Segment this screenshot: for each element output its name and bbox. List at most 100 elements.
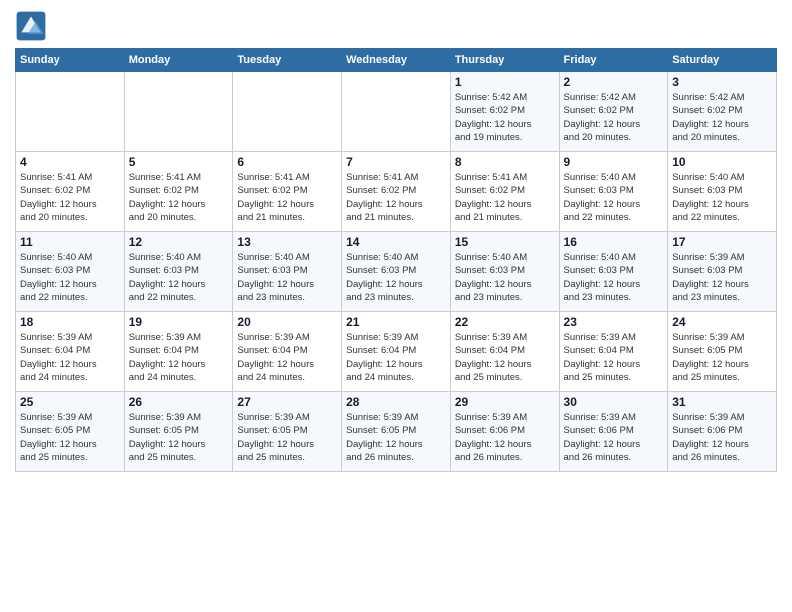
day-info: Sunrise: 5:41 AM Sunset: 6:02 PM Dayligh… xyxy=(20,171,120,224)
weekday-header-wednesday: Wednesday xyxy=(342,49,451,72)
day-info: Sunrise: 5:41 AM Sunset: 6:02 PM Dayligh… xyxy=(237,171,337,224)
day-info: Sunrise: 5:41 AM Sunset: 6:02 PM Dayligh… xyxy=(129,171,229,224)
day-number: 30 xyxy=(564,395,664,409)
day-info: Sunrise: 5:39 AM Sunset: 6:05 PM Dayligh… xyxy=(20,411,120,464)
day-info: Sunrise: 5:42 AM Sunset: 6:02 PM Dayligh… xyxy=(672,91,772,144)
day-number: 16 xyxy=(564,235,664,249)
calendar-week-5: 25 Sunrise: 5:39 AM Sunset: 6:05 PM Dayli… xyxy=(16,392,777,472)
day-info: Sunrise: 5:39 AM Sunset: 6:05 PM Dayligh… xyxy=(346,411,446,464)
day-number: 10 xyxy=(672,155,772,169)
calendar-cell: 14 Sunrise: 5:40 AM Sunset: 6:03 PM Dayli… xyxy=(342,232,451,312)
calendar-cell: 27 Sunrise: 5:39 AM Sunset: 6:05 PM Dayli… xyxy=(233,392,342,472)
day-info: Sunrise: 5:39 AM Sunset: 6:04 PM Dayligh… xyxy=(20,331,120,384)
calendar-cell: 25 Sunrise: 5:39 AM Sunset: 6:05 PM Dayli… xyxy=(16,392,125,472)
day-number: 24 xyxy=(672,315,772,329)
day-info: Sunrise: 5:39 AM Sunset: 6:06 PM Dayligh… xyxy=(672,411,772,464)
calendar-cell: 22 Sunrise: 5:39 AM Sunset: 6:04 PM Dayli… xyxy=(450,312,559,392)
day-info: Sunrise: 5:40 AM Sunset: 6:03 PM Dayligh… xyxy=(564,171,664,224)
day-info: Sunrise: 5:39 AM Sunset: 6:04 PM Dayligh… xyxy=(237,331,337,384)
calendar-week-3: 11 Sunrise: 5:40 AM Sunset: 6:03 PM Dayli… xyxy=(16,232,777,312)
day-number: 8 xyxy=(455,155,555,169)
day-number: 23 xyxy=(564,315,664,329)
day-number: 4 xyxy=(20,155,120,169)
calendar-cell: 12 Sunrise: 5:40 AM Sunset: 6:03 PM Dayli… xyxy=(124,232,233,312)
weekday-header-saturday: Saturday xyxy=(668,49,777,72)
calendar-cell: 30 Sunrise: 5:39 AM Sunset: 6:06 PM Dayli… xyxy=(559,392,668,472)
calendar-cell: 3Sunrise: 5:42 AM Sunset: 6:02 PM Daylig… xyxy=(668,72,777,152)
calendar-cell: 5 Sunrise: 5:41 AM Sunset: 6:02 PM Daylig… xyxy=(124,152,233,232)
calendar-cell: 8 Sunrise: 5:41 AM Sunset: 6:02 PM Daylig… xyxy=(450,152,559,232)
day-info: Sunrise: 5:40 AM Sunset: 6:03 PM Dayligh… xyxy=(237,251,337,304)
day-info: Sunrise: 5:39 AM Sunset: 6:04 PM Dayligh… xyxy=(455,331,555,384)
calendar-cell: 2 Sunrise: 5:42 AM Sunset: 6:02 PM Daylig… xyxy=(559,72,668,152)
calendar-cell: 19Sunrise: 5:39 AM Sunset: 6:04 PM Dayli… xyxy=(124,312,233,392)
calendar-cell xyxy=(16,72,125,152)
calendar-cell: 18Sunrise: 5:39 AM Sunset: 6:04 PM Dayli… xyxy=(16,312,125,392)
calendar-cell: 23 Sunrise: 5:39 AM Sunset: 6:04 PM Dayli… xyxy=(559,312,668,392)
weekday-header-friday: Friday xyxy=(559,49,668,72)
day-number: 27 xyxy=(237,395,337,409)
day-number: 5 xyxy=(129,155,229,169)
day-number: 26 xyxy=(129,395,229,409)
day-info: Sunrise: 5:40 AM Sunset: 6:03 PM Dayligh… xyxy=(564,251,664,304)
day-info: Sunrise: 5:42 AM Sunset: 6:02 PM Dayligh… xyxy=(564,91,664,144)
calendar-cell: 26Sunrise: 5:39 AM Sunset: 6:05 PM Dayli… xyxy=(124,392,233,472)
day-info: Sunrise: 5:39 AM Sunset: 6:05 PM Dayligh… xyxy=(237,411,337,464)
day-number: 15 xyxy=(455,235,555,249)
day-info: Sunrise: 5:40 AM Sunset: 6:03 PM Dayligh… xyxy=(672,171,772,224)
calendar-cell xyxy=(342,72,451,152)
header xyxy=(15,10,777,42)
day-info: Sunrise: 5:39 AM Sunset: 6:04 PM Dayligh… xyxy=(564,331,664,384)
calendar-cell: 28 Sunrise: 5:39 AM Sunset: 6:05 PM Dayli… xyxy=(342,392,451,472)
calendar-week-1: 1 Sunrise: 5:42 AM Sunset: 6:02 PM Daylig… xyxy=(16,72,777,152)
day-info: Sunrise: 5:39 AM Sunset: 6:06 PM Dayligh… xyxy=(564,411,664,464)
day-number: 22 xyxy=(455,315,555,329)
day-number: 14 xyxy=(346,235,446,249)
day-number: 1 xyxy=(455,75,555,89)
day-number: 7 xyxy=(346,155,446,169)
calendar-cell: 1 Sunrise: 5:42 AM Sunset: 6:02 PM Daylig… xyxy=(450,72,559,152)
day-number: 2 xyxy=(564,75,664,89)
logo-icon xyxy=(15,10,47,42)
day-number: 29 xyxy=(455,395,555,409)
logo xyxy=(15,10,51,42)
day-number: 9 xyxy=(564,155,664,169)
day-number: 21 xyxy=(346,315,446,329)
calendar-cell xyxy=(124,72,233,152)
calendar-cell: 29 Sunrise: 5:39 AM Sunset: 6:06 PM Dayli… xyxy=(450,392,559,472)
weekday-header-monday: Monday xyxy=(124,49,233,72)
weekday-header-thursday: Thursday xyxy=(450,49,559,72)
day-number: 20 xyxy=(237,315,337,329)
calendar-week-2: 4 Sunrise: 5:41 AM Sunset: 6:02 PM Daylig… xyxy=(16,152,777,232)
day-info: Sunrise: 5:40 AM Sunset: 6:03 PM Dayligh… xyxy=(129,251,229,304)
day-number: 11 xyxy=(20,235,120,249)
calendar-cell: 10 Sunrise: 5:40 AM Sunset: 6:03 PM Dayli… xyxy=(668,152,777,232)
day-info: Sunrise: 5:39 AM Sunset: 6:05 PM Dayligh… xyxy=(672,331,772,384)
day-info: Sunrise: 5:39 AM Sunset: 6:04 PM Dayligh… xyxy=(346,331,446,384)
day-number: 12 xyxy=(129,235,229,249)
day-info: Sunrise: 5:40 AM Sunset: 6:03 PM Dayligh… xyxy=(20,251,120,304)
calendar-cell: 20 Sunrise: 5:39 AM Sunset: 6:04 PM Dayli… xyxy=(233,312,342,392)
calendar-cell: 13 Sunrise: 5:40 AM Sunset: 6:03 PM Dayli… xyxy=(233,232,342,312)
calendar-cell: 4 Sunrise: 5:41 AM Sunset: 6:02 PM Daylig… xyxy=(16,152,125,232)
weekday-header-tuesday: Tuesday xyxy=(233,49,342,72)
calendar-cell: 24 Sunrise: 5:39 AM Sunset: 6:05 PM Dayli… xyxy=(668,312,777,392)
weekday-header-sunday: Sunday xyxy=(16,49,125,72)
day-info: Sunrise: 5:41 AM Sunset: 6:02 PM Dayligh… xyxy=(455,171,555,224)
day-number: 19 xyxy=(129,315,229,329)
calendar-cell: 16 Sunrise: 5:40 AM Sunset: 6:03 PM Dayli… xyxy=(559,232,668,312)
calendar-cell: 17 Sunrise: 5:39 AM Sunset: 6:03 PM Dayli… xyxy=(668,232,777,312)
day-info: Sunrise: 5:40 AM Sunset: 6:03 PM Dayligh… xyxy=(346,251,446,304)
day-info: Sunrise: 5:42 AM Sunset: 6:02 PM Dayligh… xyxy=(455,91,555,144)
day-number: 28 xyxy=(346,395,446,409)
day-number: 25 xyxy=(20,395,120,409)
calendar-cell: 21 Sunrise: 5:39 AM Sunset: 6:04 PM Dayli… xyxy=(342,312,451,392)
day-number: 13 xyxy=(237,235,337,249)
calendar-cell: 6Sunrise: 5:41 AM Sunset: 6:02 PM Daylig… xyxy=(233,152,342,232)
day-info: Sunrise: 5:39 AM Sunset: 6:06 PM Dayligh… xyxy=(455,411,555,464)
calendar-cell: 9 Sunrise: 5:40 AM Sunset: 6:03 PM Daylig… xyxy=(559,152,668,232)
calendar-week-4: 18Sunrise: 5:39 AM Sunset: 6:04 PM Dayli… xyxy=(16,312,777,392)
day-info: Sunrise: 5:39 AM Sunset: 6:03 PM Dayligh… xyxy=(672,251,772,304)
day-number: 31 xyxy=(672,395,772,409)
day-number: 17 xyxy=(672,235,772,249)
